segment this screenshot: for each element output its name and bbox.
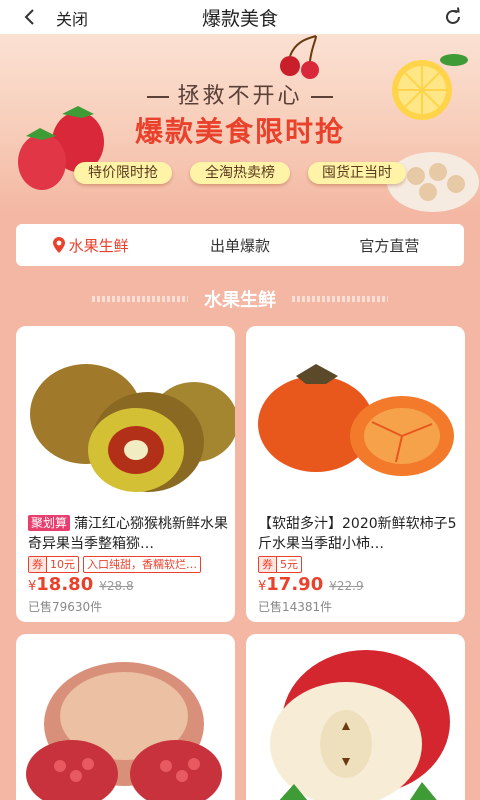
coupon-row: 券 10元 入口纯甜，香糯软烂… [28,556,201,573]
product-name: 【软甜多汁】2020新鲜软柿子5斤水果当季甜小柿… [258,516,457,552]
product-card-kiwi[interactable]: 聚划算 蒲江红心猕猴桃新鲜水果奇异果当季整箱猕… 券 10元 入口纯甜，香糯软烂… … [16,326,235,622]
promo-banner[interactable]: 拯救不开心 爆款美食限时抢 特价限时抢 全淘热卖榜 囤货正当时 [0,34,480,212]
sold-count: 已售79630件 [28,600,103,614]
tab-fruit-fresh[interactable]: 水果生鲜 [16,224,165,266]
product-title: 【软甜多汁】2020新鲜软柿子5斤水果当季甜小柿… [258,514,458,554]
tab-hot-sellers[interactable]: 出单爆款 [165,224,314,266]
pill-special-offer[interactable]: 特价限时抢 [74,162,172,184]
product-title: 聚划算 蒲江红心猕猴桃新鲜水果奇异果当季整箱猕… [28,514,228,554]
current-price: 18.80 [36,574,94,595]
tab-label: 出单爆款 [209,236,270,255]
banner-subtitle: 拯救不开心 [0,78,480,110]
section-divider-right [292,296,388,302]
price-row: ¥18.80 ¥28.8 [28,574,134,595]
pill-stock-up[interactable]: 囤货正当时 [308,162,406,184]
tab-label: 水果生鲜 [68,236,129,255]
section-header: 水果生鲜 [0,284,480,314]
coupon-row: 券 5元 [258,556,302,573]
original-price: ¥22.9 [329,579,364,593]
coupon-badge[interactable]: 券 10元 [28,556,79,573]
coupon-key: 券 [259,557,277,572]
product-card-pomegranate[interactable] [16,634,235,800]
tab-official-direct[interactable]: 官方直营 [315,224,464,266]
close-button[interactable]: 关闭 [56,6,88,30]
chevron-left-icon[interactable] [18,4,42,30]
kiwi-image [30,364,235,492]
sold-count: 已售14381件 [258,600,333,614]
coupon-badge[interactable]: 券 5元 [258,556,302,573]
section-divider-left [92,296,188,302]
product-card-apple[interactable] [246,634,465,800]
promo-tag: 聚划算 [28,515,71,531]
product-card-persimmon[interactable]: 【软甜多汁】2020新鲜软柿子5斤水果当季甜小柿… 券 5元 ¥17.90 ¥22.… [246,326,465,622]
apple-image [270,650,450,800]
coupon-value: 5元 [280,558,298,571]
section-title: 水果生鲜 [204,290,276,311]
location-pin-icon [52,237,65,253]
benefit-badge: 入口纯甜，香糯软烂… [83,556,201,573]
pill-hot-list[interactable]: 全淘热卖榜 [190,162,290,184]
top-bar: 关闭 爆款美食 [0,0,480,34]
price-row: ¥17.90 ¥22.9 [258,574,364,595]
category-tabs: 水果生鲜 出单爆款 官方直营 [16,224,464,266]
current-price: 17.90 [266,574,324,595]
pomegranate-image [26,662,222,800]
cherry-icon [280,35,319,79]
coupon-value: 10元 [50,558,75,571]
banner-headline: 爆款美食限时抢 [134,115,345,148]
tab-label: 官方直营 [359,236,420,255]
persimmon-image [258,364,454,476]
refresh-icon[interactable] [440,4,466,30]
original-price: ¥28.8 [99,579,134,593]
coupon-key: 券 [29,557,47,572]
